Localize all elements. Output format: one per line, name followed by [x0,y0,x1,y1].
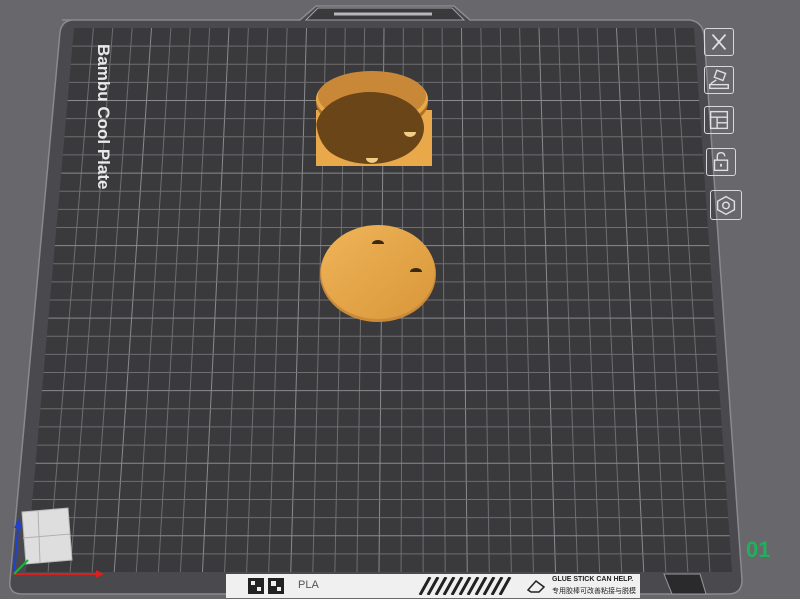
disc-part-raised[interactable] [316,71,432,166]
tip-line-1: GLUE STICK CAN HELP. [552,576,634,583]
plate-settings-button[interactable] [710,190,742,220]
plate-name-label: Bambu Cool Plate [94,44,113,189]
build-plate-viewport[interactable]: Bambu Cool Plate [0,0,800,599]
hatch-pattern [418,577,512,595]
disc-shadow-face [316,92,424,164]
lock-plate-button[interactable] [706,148,736,176]
arrange-icon [709,110,729,130]
eraser-icon [526,579,546,593]
view-cube[interactable] [21,507,73,565]
plate-number: 01 [746,537,771,562]
tip-line-2: 专用胶棒可改善粘接与脱模 [552,588,636,595]
auto-orient-button[interactable] [704,66,734,94]
settings-icon [716,195,736,216]
plate-label-strip: PLA GLUE STICK CAN HELP. 专用胶棒可改善粘接与脱模 [226,574,640,598]
qr-code-icon [248,578,284,594]
filament-type-label: PLA [298,579,319,591]
auto-orient-icon [709,69,729,90]
disc-part-flat[interactable] [320,225,436,322]
arrange-button[interactable] [704,106,734,134]
close-plate-button[interactable] [704,28,734,56]
lock-icon [713,152,729,172]
close-icon [711,33,727,51]
plate-corner-notch [663,573,707,595]
